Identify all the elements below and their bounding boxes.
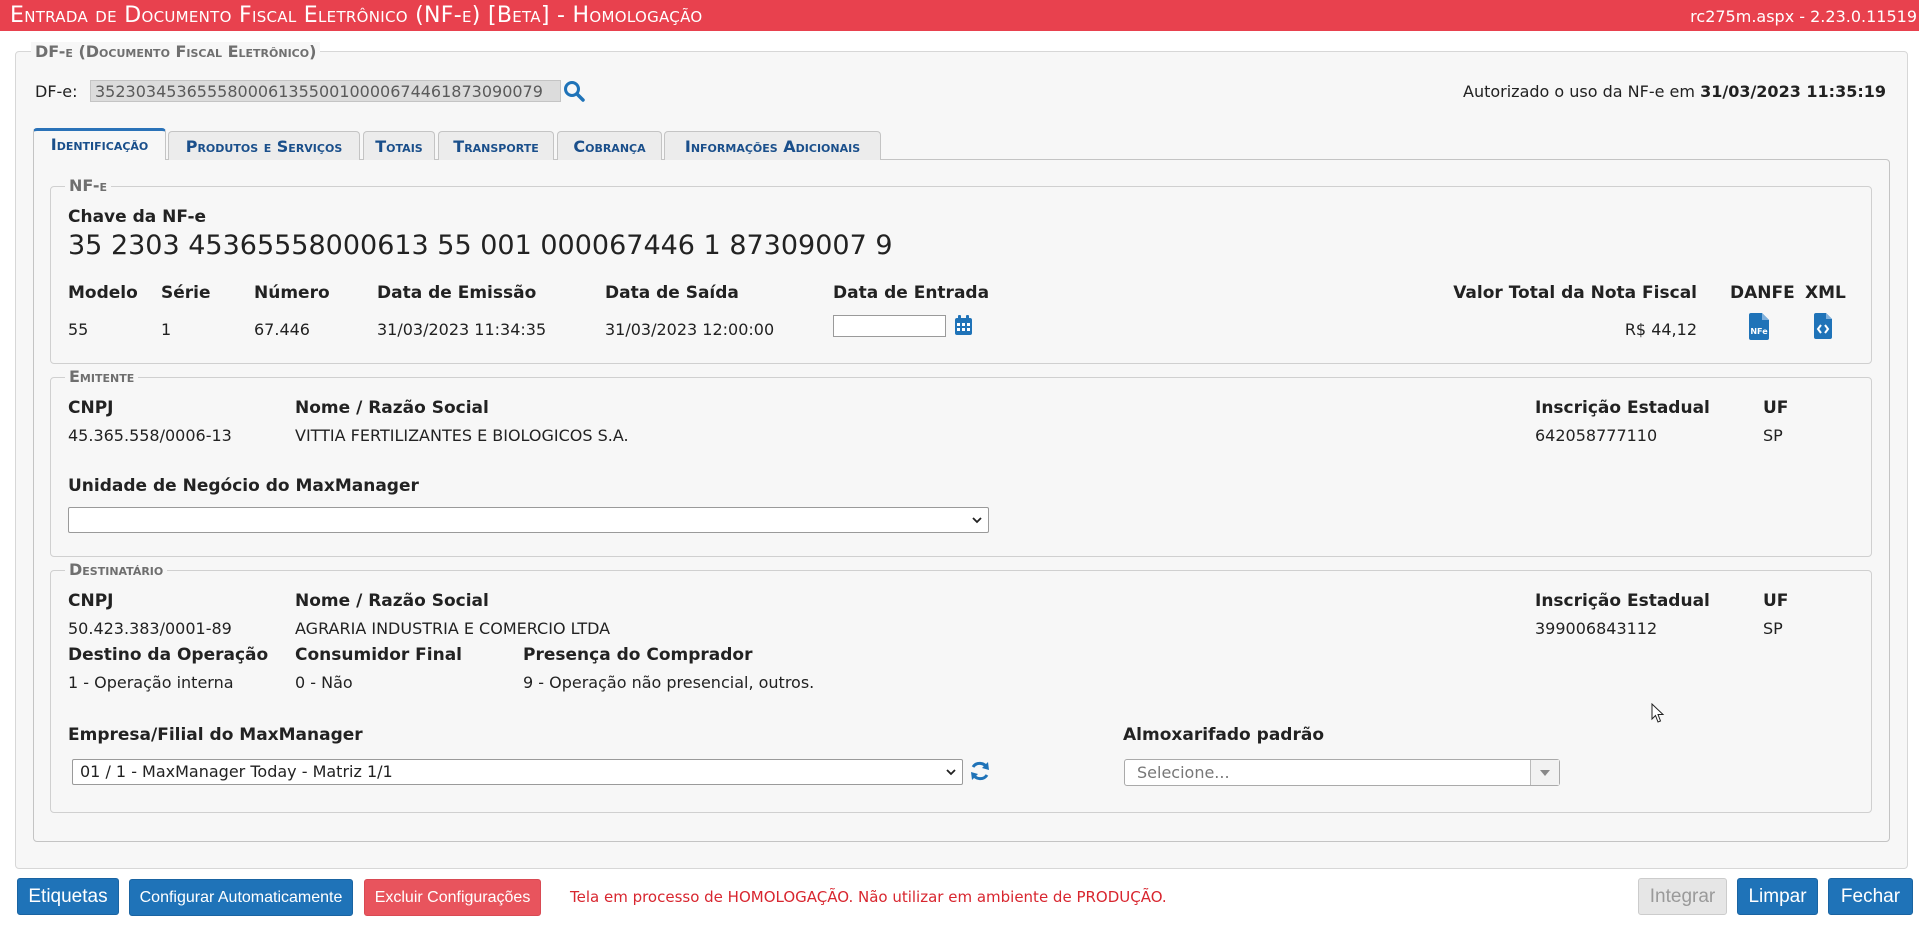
emissao-value: 31/03/2023 11:34:35 <box>377 320 547 339</box>
homologacao-warning: Tela em processo de HOMOLOGAÇÃO. Não uti… <box>570 888 1167 906</box>
destinatario-uf: SP <box>1763 619 1783 638</box>
danfe-icon[interactable]: NFe <box>1748 313 1770 340</box>
numero-header: Número <box>254 283 330 303</box>
search-icon[interactable] <box>562 79 586 103</box>
calendar-icon[interactable] <box>954 315 973 340</box>
empresa-filial-value: 01 / 1 - MaxManager Today - Matriz 1/1 <box>80 762 393 781</box>
emitente-cnpj: 45.365.558/0006-13 <box>68 426 232 445</box>
page-title: Entrada de Documento Fiscal Eletrônico (… <box>10 3 703 28</box>
tab-cobranca[interactable]: Cobrança <box>557 131 662 160</box>
destinatario-legend: Destinatário <box>65 560 168 579</box>
destino-operacao-value: 1 - Operação interna <box>68 673 234 692</box>
tab-identificacao[interactable]: Identificação <box>33 128 166 160</box>
destinatario-cnpj: 50.423.383/0001-89 <box>68 619 232 638</box>
almoxarifado-label: Almoxarifado padrão <box>1123 725 1325 745</box>
mouse-cursor-icon <box>1651 702 1665 728</box>
tab-informacoes-adicionais[interactable]: Informações Adicionais <box>664 131 881 160</box>
modelo-value: 55 <box>68 320 89 339</box>
numero-value: 67.446 <box>254 320 310 339</box>
chevron-down-icon <box>946 769 956 776</box>
emitente-ie-label: Inscrição Estadual <box>1535 398 1710 418</box>
danfe-icon-text: NFe <box>1750 327 1768 336</box>
chevron-down-icon <box>972 517 982 524</box>
emitente-nome: VITTIA FERTILIZANTES E BIOLOGICOS S.A. <box>295 426 629 445</box>
chave-value: 35 2303 45365558000613 55 001 000067446 … <box>68 230 893 261</box>
destinatario-ie: 399006843112 <box>1535 619 1658 638</box>
empresa-filial-label: Empresa/Filial do MaxManager <box>68 725 363 745</box>
modelo-header: Modelo <box>68 283 138 303</box>
refresh-icon[interactable] <box>969 760 991 786</box>
emitente-uf: SP <box>1763 426 1783 445</box>
emitente-nome-label: Nome / Razão Social <box>295 398 489 418</box>
destino-operacao-label: Destino da Operação <box>68 645 269 665</box>
dfe-key-field[interactable]: 3523034536555800061355001000067446187309… <box>90 80 561 102</box>
valor-total-value: R$ 44,12 <box>1624 320 1697 339</box>
data-entrada-input[interactable] <box>833 315 946 337</box>
unidade-negocio-label: Unidade de Negócio do MaxManager <box>68 476 419 496</box>
version-label: rc275m.aspx - 2.23.0.11519 <box>1690 7 1917 26</box>
consumidor-final-value: 0 - Não <box>295 673 353 692</box>
tab-produtos-servicos[interactable]: Produtos e Serviços <box>168 131 360 160</box>
excluir-configuracoes-button[interactable]: Excluir Configurações <box>364 879 541 916</box>
presenca-comprador-label: Presença do Comprador <box>523 645 753 665</box>
unidade-negocio-select[interactable] <box>68 507 989 533</box>
danfe-header: DANFE <box>1730 283 1795 303</box>
emitente-ie: 642058777110 <box>1535 426 1658 445</box>
emitente-uf-label: UF <box>1763 398 1789 418</box>
dfe-legend: DF-e (Documento Fiscal Eletrônico) <box>31 42 321 61</box>
tab-totais[interactable]: Totais <box>363 131 435 160</box>
almoxarifado-placeholder: Selecione... <box>1137 763 1230 782</box>
emissao-header: Data de Emissão <box>377 283 537 303</box>
emitente-cnpj-label: CNPJ <box>68 398 114 418</box>
xml-icon[interactable] <box>1813 313 1833 343</box>
integrar-button[interactable]: Integrar <box>1638 878 1727 915</box>
authorization-status-prefix: Autorizado o uso da NF-e em <box>1463 82 1701 101</box>
valor-total-header: Valor Total da Nota Fiscal <box>1453 283 1697 303</box>
limpar-button[interactable]: Limpar <box>1737 878 1818 915</box>
destinatario-nome-label: Nome / Razão Social <box>295 591 489 611</box>
serie-value: 1 <box>161 320 172 339</box>
consumidor-final-label: Consumidor Final <box>295 645 463 665</box>
empresa-filial-select[interactable]: 01 / 1 - MaxManager Today - Matriz 1/1 <box>72 759 963 785</box>
authorization-status-date: 31/03/2023 11:35:19 <box>1700 82 1886 101</box>
title-bar: Entrada de Documento Fiscal Eletrônico (… <box>0 0 1919 31</box>
xml-header: XML <box>1805 283 1846 303</box>
saida-value: 31/03/2023 12:00:00 <box>605 320 775 339</box>
destinatario-cnpj-label: CNPJ <box>68 591 114 611</box>
dfe-label: DF-e: <box>35 82 78 101</box>
chave-label: Chave da NF-e <box>68 207 207 227</box>
entrada-header: Data de Entrada <box>833 283 990 303</box>
nfe-legend: NF-e <box>65 176 111 195</box>
authorization-status: Autorizado o uso da NF-e em 31/03/2023 1… <box>1463 82 1886 101</box>
destinatario-nome: AGRARIA INDUSTRIA E COMERCIO LTDA <box>295 619 611 638</box>
almoxarifado-select[interactable]: Selecione... <box>1124 759 1560 786</box>
destinatario-uf-label: UF <box>1763 591 1789 611</box>
tab-transporte[interactable]: Transporte <box>438 131 554 160</box>
serie-header: Série <box>161 283 211 303</box>
destinatario-ie-label: Inscrição Estadual <box>1535 591 1710 611</box>
chevron-down-icon <box>1530 760 1559 785</box>
saida-header: Data de Saída <box>605 283 739 303</box>
configurar-automaticamente-button[interactable]: Configurar Automaticamente <box>129 879 353 916</box>
etiquetas-button[interactable]: Etiquetas <box>17 878 119 915</box>
fechar-button[interactable]: Fechar <box>1828 878 1913 915</box>
presenca-comprador-value: 9 - Operação não presencial, outros. <box>523 673 815 692</box>
emitente-legend: Emitente <box>65 367 139 386</box>
